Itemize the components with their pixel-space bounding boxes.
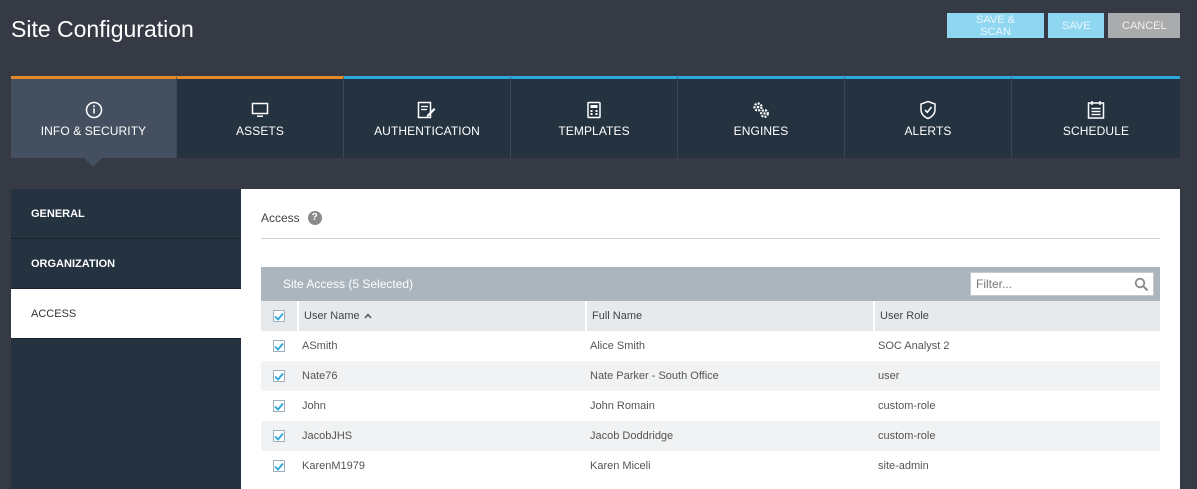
select-all-cell [261, 301, 297, 331]
tab-label: TEMPLATES [558, 124, 630, 138]
tab-templates[interactable]: TEMPLATES [511, 76, 678, 158]
user-name-cell: ASmith [302, 340, 338, 352]
tab-assets[interactable]: ASSETS [177, 76, 344, 158]
config-tabs: INFO & SECURITY ASSETS AUTHENTICATION TE… [11, 76, 1180, 158]
table-header-row: User Name Full Name User Role [261, 301, 1160, 331]
monitor-icon [249, 99, 271, 121]
user-role-cell: user [878, 370, 900, 382]
row-select-cell [261, 331, 297, 361]
help-icon[interactable]: ? [307, 211, 322, 225]
settings-sidebar: GENERAL ORGANIZATION ACCESS [11, 189, 241, 489]
user-role-cell: custom-role [878, 400, 936, 412]
user-name-cell: Nate76 [302, 370, 338, 382]
user-name-cell: KarenM1979 [302, 460, 365, 472]
access-panel: Access ? Site Access (5 Selected) User N… [241, 189, 1180, 489]
grid-title: Site Access (5 Selected) [283, 277, 414, 291]
row-select-cell [261, 391, 297, 421]
tab-authentication[interactable]: AUTHENTICATION [344, 76, 511, 158]
user-access-table: User Name Full Name User Role ASmith Ali… [261, 301, 1160, 481]
tab-info-security[interactable]: INFO & SECURITY [11, 76, 177, 158]
row-checkbox[interactable] [273, 370, 285, 382]
full-name-cell: Karen Miceli [590, 460, 651, 472]
edit-form-icon [416, 99, 438, 121]
tab-label: INFO & SECURITY [40, 124, 147, 138]
table-row[interactable]: John John Romain custom-role [261, 391, 1160, 421]
row-select-cell [261, 421, 297, 451]
row-select-cell [261, 361, 297, 391]
tab-label: SCHEDULE [1062, 124, 1130, 138]
sort-ascending-icon [364, 310, 372, 322]
cancel-button[interactable]: CANCEL [1108, 13, 1180, 38]
save-and-scan-button[interactable]: SAVE & SCAN [947, 13, 1044, 38]
gears-icon [750, 99, 772, 121]
row-select-cell [261, 451, 297, 481]
filter-box [970, 272, 1154, 296]
row-checkbox[interactable] [273, 430, 285, 442]
section-header: Access ? [261, 211, 322, 225]
column-header-label: User Name [304, 310, 360, 322]
tab-label: ASSETS [236, 124, 284, 138]
filter-input[interactable] [971, 277, 1131, 291]
action-buttons: SAVE & SCAN SAVE CANCEL [947, 13, 1180, 38]
full-name-cell: John Romain [590, 400, 655, 412]
section-title: Access [261, 211, 300, 225]
full-name-cell: Jacob Doddridge [590, 430, 674, 442]
row-checkbox[interactable] [273, 340, 285, 352]
sidebar-item-organization[interactable]: ORGANIZATION [11, 239, 241, 289]
table-row[interactable]: JacobJHS Jacob Doddridge custom-role [261, 421, 1160, 451]
column-header-user-name[interactable]: User Name [297, 301, 585, 331]
tab-label: ALERTS [904, 124, 952, 138]
grid-header-bar: Site Access (5 Selected) [261, 267, 1160, 301]
sidebar-item-general[interactable]: GENERAL [11, 189, 241, 239]
template-icon [583, 99, 605, 121]
user-role-cell: SOC Analyst 2 [878, 340, 950, 352]
table-row[interactable]: Nate76 Nate Parker - South Office user [261, 361, 1160, 391]
user-role-cell: site-admin [878, 460, 929, 472]
table-row[interactable]: ASmith Alice Smith SOC Analyst 2 [261, 331, 1160, 361]
save-button[interactable]: SAVE [1048, 13, 1104, 38]
column-header-user-role[interactable]: User Role [873, 301, 1160, 331]
divider [261, 238, 1160, 239]
tab-label: AUTHENTICATION [374, 124, 480, 138]
tab-label: ENGINES [733, 124, 789, 138]
shield-check-icon [917, 99, 939, 121]
tab-alerts[interactable]: ALERTS [845, 76, 1012, 158]
select-all-checkbox[interactable] [273, 310, 285, 322]
search-icon[interactable] [1134, 277, 1149, 297]
full-name-cell: Nate Parker - South Office [590, 370, 719, 382]
user-name-cell: JacobJHS [302, 430, 353, 442]
calendar-icon [1085, 99, 1107, 121]
page-title: Site Configuration [11, 16, 194, 42]
full-name-cell: Alice Smith [590, 340, 646, 352]
row-checkbox[interactable] [273, 400, 285, 412]
column-header-full-name[interactable]: Full Name [585, 301, 873, 331]
table-row[interactable]: KarenM1979 Karen Miceli site-admin [261, 451, 1160, 481]
sidebar-item-access[interactable]: ACCESS [11, 289, 241, 339]
tab-engines[interactable]: ENGINES [678, 76, 845, 158]
active-tab-pointer [84, 158, 102, 167]
tab-schedule[interactable]: SCHEDULE [1012, 76, 1180, 158]
user-name-cell: John [302, 400, 326, 412]
user-role-cell: custom-role [878, 430, 936, 442]
row-checkbox[interactable] [273, 460, 285, 472]
info-icon [83, 99, 105, 121]
